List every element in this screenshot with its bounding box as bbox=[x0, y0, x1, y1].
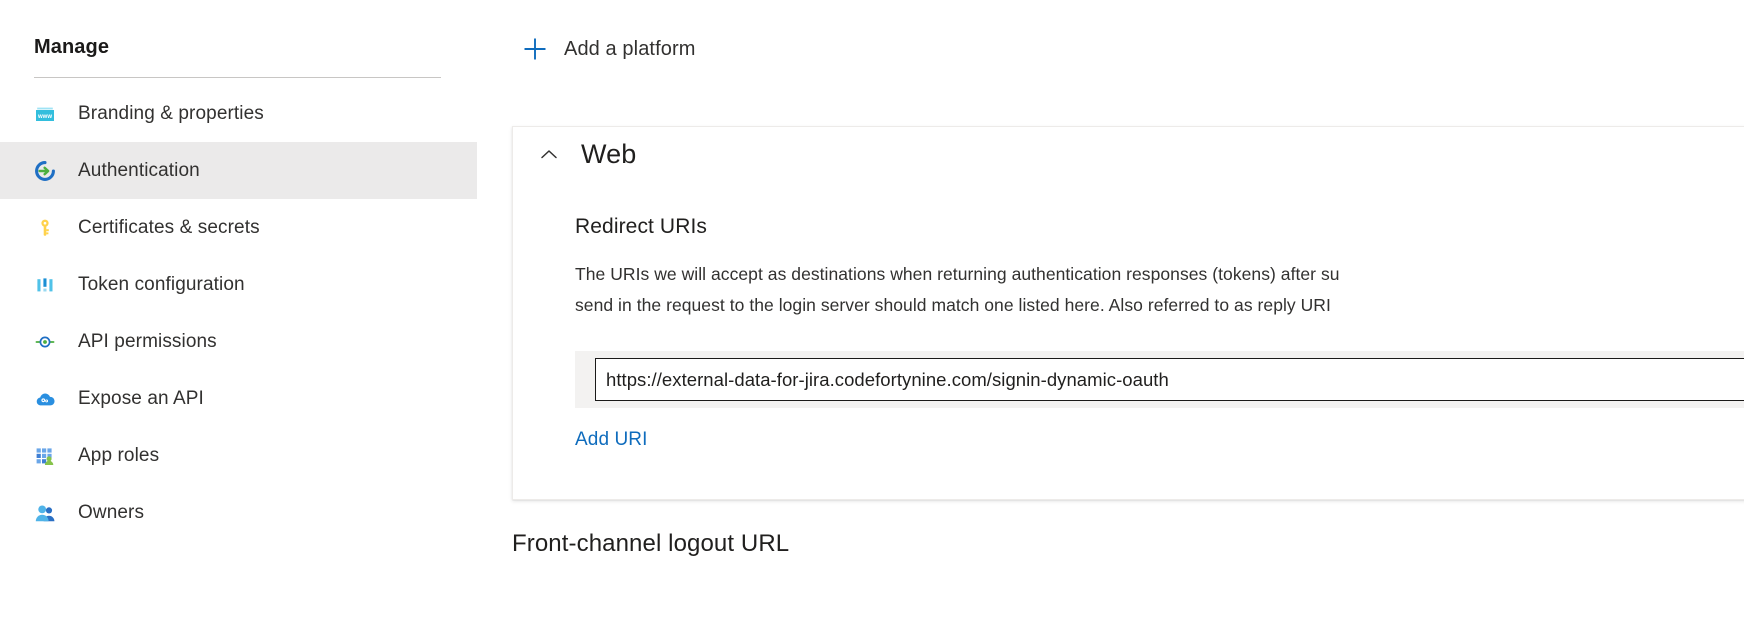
redirect-uri-row bbox=[575, 351, 1744, 408]
sidebar-item-token-configuration[interactable]: Token configuration bbox=[0, 256, 477, 313]
plus-icon bbox=[522, 36, 548, 62]
branding-icon: www bbox=[34, 103, 56, 125]
owners-icon bbox=[34, 502, 56, 524]
redirect-uris-heading: Redirect URIs bbox=[575, 215, 707, 239]
web-platform-panel: Web Redirect URIs The URIs we will accep… bbox=[512, 126, 1744, 500]
svg-text:www: www bbox=[37, 114, 52, 120]
authentication-icon bbox=[34, 160, 56, 182]
add-uri-link[interactable]: Add URI bbox=[575, 429, 648, 451]
sidebar-divider bbox=[34, 77, 441, 78]
manage-sidebar: Manage www Branding & properties bbox=[0, 0, 477, 618]
sidebar-item-label: App roles bbox=[78, 445, 159, 467]
web-section-header[interactable]: Web bbox=[513, 139, 636, 170]
description-line-1: The URIs we will accept as destinations … bbox=[575, 259, 1744, 290]
add-a-platform-label: Add a platform bbox=[564, 38, 695, 61]
sidebar-item-certificates-and-secrets[interactable]: Certificates & secrets bbox=[0, 199, 477, 256]
web-section-title: Web bbox=[581, 139, 636, 170]
sidebar-item-label: Branding & properties bbox=[78, 103, 264, 125]
sidebar-nav-list: www Branding & properties Authentication bbox=[0, 85, 477, 541]
sidebar-item-owners[interactable]: Owners bbox=[0, 484, 477, 541]
sidebar-item-authentication[interactable]: Authentication bbox=[0, 142, 477, 199]
sidebar-item-label: API permissions bbox=[78, 331, 217, 353]
api-permissions-icon bbox=[34, 331, 56, 353]
add-a-platform-button[interactable]: Add a platform bbox=[522, 36, 695, 62]
app-roles-icon bbox=[34, 445, 56, 467]
azure-app-registration-authentication-page: Manage www Branding & properties bbox=[0, 0, 1744, 618]
main-content: Add a platform Web Redirect URIs The URI… bbox=[477, 0, 1744, 618]
sidebar-item-label: Owners bbox=[78, 502, 144, 524]
sidebar-item-branding-and-properties[interactable]: www Branding & properties bbox=[0, 85, 477, 142]
redirect-uri-input[interactable] bbox=[595, 358, 1744, 401]
bottom-clip-mask bbox=[477, 562, 1744, 618]
cloud-gear-icon bbox=[34, 388, 56, 410]
sidebar-item-expose-an-api[interactable]: Expose an API bbox=[0, 370, 477, 427]
redirect-uris-description: The URIs we will accept as destinations … bbox=[575, 259, 1744, 321]
key-icon bbox=[34, 217, 56, 239]
sidebar-item-app-roles[interactable]: App roles bbox=[0, 427, 477, 484]
token-icon bbox=[34, 274, 56, 296]
sidebar-item-api-permissions[interactable]: API permissions bbox=[0, 313, 477, 370]
sidebar-item-label: Authentication bbox=[78, 160, 200, 182]
sidebar-item-label: Certificates & secrets bbox=[78, 217, 260, 239]
sidebar-section-header: Manage bbox=[34, 36, 109, 59]
description-line-2: send in the request to the login server … bbox=[575, 290, 1744, 321]
front-channel-logout-url-heading: Front-channel logout URL bbox=[512, 530, 789, 558]
sidebar-item-label: Token configuration bbox=[78, 274, 245, 296]
sidebar-item-label: Expose an API bbox=[78, 388, 204, 410]
chevron-up-icon[interactable] bbox=[536, 142, 562, 168]
